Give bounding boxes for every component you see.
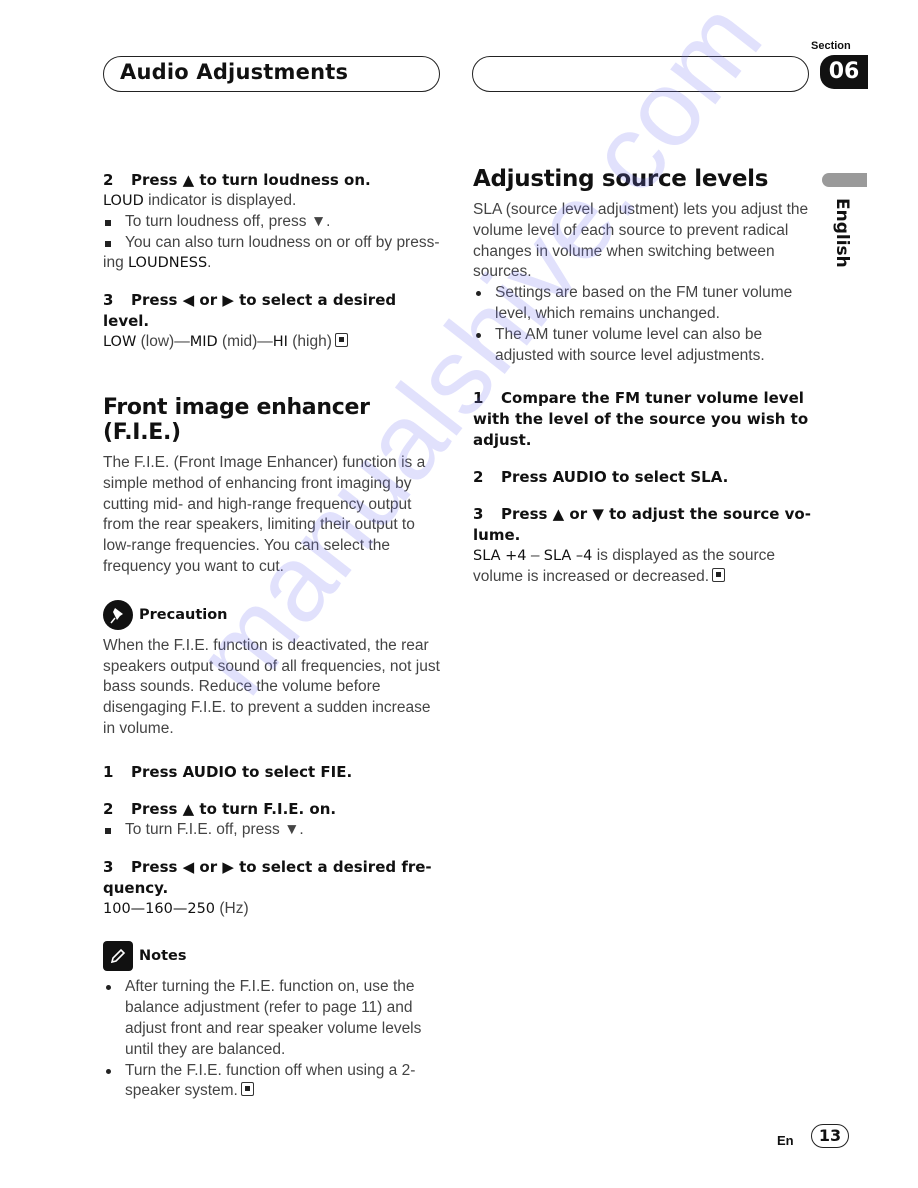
level-hi: HI (272, 334, 288, 351)
sla-step-2: 2 Press AUDIO to select SLA. (473, 467, 813, 488)
precaution-callout: Precaution (103, 599, 443, 630)
bullet-text: You can also turn loudness on or off by … (125, 233, 440, 251)
step-title: Compare the FM tuner volume level with t… (473, 389, 809, 450)
step-number: 3 (103, 857, 114, 876)
fie-step-3: 3 Press ◀ or ▶ to select a desired fre- (103, 857, 443, 878)
language-tab-marker (822, 173, 867, 187)
sla-min: SLA –4 (543, 548, 593, 565)
step-title: Press ▲ to turn F.I.E. on. (131, 799, 337, 818)
fie-step-1: 1 Press AUDIO to select FIE. (103, 762, 443, 783)
range-separator: – (526, 547, 544, 565)
list-item: To turn loudness off, press ▼. (103, 212, 443, 233)
list-item: The AM tuner volume level can also be ad… (473, 325, 813, 367)
fie-frequency-values: 100—160—250 (Hz) (103, 899, 443, 920)
precaution-label: Precaution (139, 606, 228, 623)
loudness-levels: LOW (low)—MID (mid)—HI (high) (103, 332, 443, 353)
pushpin-icon (103, 599, 133, 630)
step-number: 2 (473, 468, 484, 487)
step-number: 3 (473, 505, 484, 524)
loudness-step-3: 3 Press ◀ or ▶ to select a desired level. (103, 290, 443, 332)
end-mark-icon (712, 568, 726, 583)
precaution-text: When the F.I.E. function is deactivated,… (103, 636, 440, 737)
fie-heading: Front image enhancer (F.I.E.) (103, 394, 370, 445)
level-low: LOW (103, 334, 137, 351)
section-title: Audio Adjustments (120, 60, 349, 84)
end-mark-icon (240, 1082, 254, 1097)
sla-range-text: SLA +4 – SLA –4 is displayed as the sour… (473, 546, 813, 588)
step-number: 1 (473, 389, 484, 408)
note-text: Turn the F.I.E. function off when using … (125, 1061, 416, 1100)
list-item: Settings are based on the FM tuner volum… (473, 283, 813, 325)
sla-step-1: 1 Compare the FM tuner volume level with … (473, 388, 813, 451)
step-title: Press AUDIO to select SLA. (501, 468, 729, 487)
language-label: English (832, 198, 852, 268)
blank-title-pill (472, 56, 809, 92)
right-column: Adjusting source levels SLA (source leve… (473, 166, 813, 588)
section-number-badge: 06 (820, 55, 868, 89)
step-title: Press ▲ or ▼ to adjust the source vo- (501, 505, 811, 524)
period: . (207, 254, 212, 272)
step-number: 3 (103, 291, 114, 310)
step-number: 2 (103, 171, 114, 189)
left-column: 2 Press ▲ to turn loudness on. LOUD indic… (103, 170, 443, 1102)
step-title: Press ◀ or ▶ to select a desired fre- (131, 857, 432, 876)
sla-step-3: 3 Press ▲ or ▼ to adjust the source vo- (473, 504, 813, 525)
loud-keyword: LOUD (103, 193, 144, 209)
sla-step-3-continuation: lume. (473, 526, 521, 545)
loudness-keyword: LOUDNESS (128, 255, 208, 272)
list-item: Turn the F.I.E. function off when using … (103, 1061, 443, 1103)
list-item: After turning the F.I.E. function on, us… (103, 977, 443, 1060)
sla-max: SLA +4 (473, 548, 527, 565)
section-title-pill: Audio Adjustments (103, 56, 440, 92)
fie-intro: The F.I.E. (Front Image Enhancer) functi… (103, 453, 426, 575)
notes-label: Notes (139, 948, 187, 965)
step-title: Press AUDIO to select FIE. (131, 762, 353, 781)
pencil-icon (103, 941, 133, 972)
end-mark-icon (334, 333, 348, 348)
level-hi-note: (high) (287, 333, 332, 351)
list-item: You can also turn loudness on or off by … (103, 233, 443, 254)
loudness-step-2: 2 Press ▲ to turn loudness on. (103, 170, 443, 191)
list-item-continuation: ing LOUDNESS. (103, 253, 443, 274)
level-mid-note: (mid)— (217, 333, 273, 351)
fie-step-3-continuation: quency. (103, 878, 169, 897)
indicator-text: indicator is displayed. (143, 192, 297, 209)
frequency-values: 100—160—250 (103, 900, 216, 917)
fie-step-2: 2 Press ▲ to turn F.I.E. on. (103, 799, 443, 820)
continuation-text: ing (103, 254, 128, 272)
footer-language-code: En (777, 1133, 794, 1148)
step-title: Press ◀ or ▶ to select a desired level. (103, 291, 397, 331)
sla-intro: SLA (source level adjustment) lets you a… (473, 201, 809, 281)
frequency-unit: (Hz) (215, 899, 249, 917)
level-mid: MID (189, 334, 218, 351)
notes-callout: Notes (103, 941, 443, 972)
step-number: 1 (103, 762, 114, 781)
step-title: Press ▲ to turn loudness on. (131, 171, 371, 189)
step-number: 2 (103, 799, 114, 818)
level-low-note: (low)— (136, 333, 190, 351)
loudness-indicator-text: LOUD indicator is displayed. (103, 191, 443, 212)
sla-heading: Adjusting source levels (473, 166, 769, 192)
list-item: To turn F.I.E. off, press ▼. (103, 820, 443, 841)
section-label: Section (811, 40, 851, 52)
page-number: 13 (811, 1124, 849, 1148)
